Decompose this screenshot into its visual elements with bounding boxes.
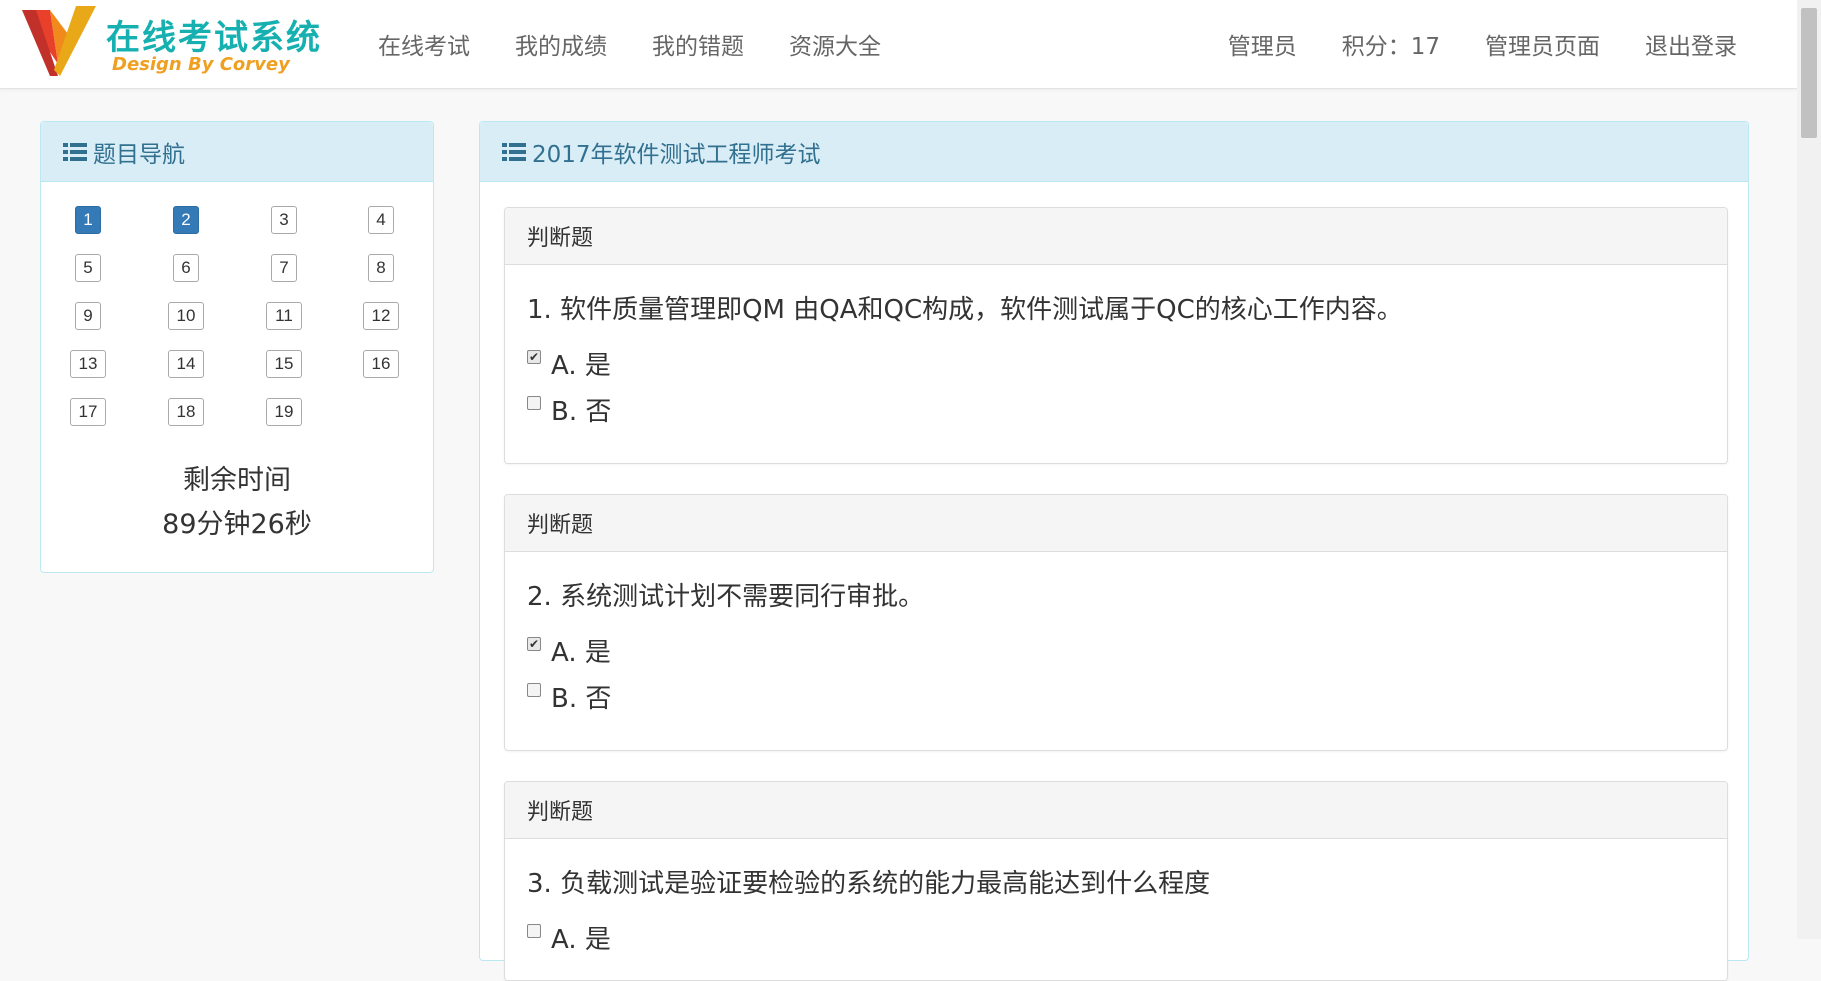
checkmark-icon: ✔ xyxy=(528,350,540,364)
question-nav-button[interactable]: 6 xyxy=(173,254,199,282)
question-nav-button[interactable]: 18 xyxy=(168,398,204,426)
question-type: 判断题 xyxy=(505,208,1727,265)
logo-v-icon xyxy=(22,6,96,76)
question-nav-button[interactable]: 4 xyxy=(368,206,394,234)
question-nav-button[interactable]: 3 xyxy=(271,206,297,234)
question-card: 判断题 2. 系统测试计划不需要同行审批。 ✔ A. 是 B. 否 xyxy=(504,494,1728,751)
question-nav-button[interactable]: 2 xyxy=(173,206,199,234)
question-nav-button[interactable]: 8 xyxy=(368,254,394,282)
question-nav-button[interactable]: 13 xyxy=(70,350,106,378)
option-checkbox[interactable]: ✔ xyxy=(527,637,541,651)
question-nav-button[interactable]: 5 xyxy=(75,254,101,282)
exam-panel: 2017年软件测试工程师考试 判断题 1. 软件质量管理即QM 由QA和QC构成… xyxy=(479,121,1749,981)
question-nav-panel: 题目导航 1 2 3 4 5 6 7 8 9 10 11 12 13 14 15 16 17 18 19 剩余时间 … xyxy=(40,121,434,573)
option-label: B. 否 xyxy=(551,683,612,714)
scrollbar-thumb[interactable] xyxy=(1801,8,1817,138)
list-icon xyxy=(63,142,87,161)
option-label: B. 否 xyxy=(551,396,612,427)
question-nav-button[interactable]: 17 xyxy=(70,398,106,426)
option-checkbox[interactable] xyxy=(527,396,541,410)
nav-left-menu: 在线考试 我的成绩 我的错题 资源大全 xyxy=(378,0,926,88)
option-row[interactable]: ✔ A. 是 xyxy=(527,340,1705,386)
list-icon xyxy=(502,142,526,161)
question-nav-button[interactable]: 10 xyxy=(168,302,204,330)
brand-subtitle: Design By Corvey xyxy=(112,54,290,75)
question-text: 1. 软件质量管理即QM 由QA和QC构成，软件测试属于QC的核心工作内容。 xyxy=(527,295,1403,325)
nav-admin-page[interactable]: 管理员页面 xyxy=(1485,27,1600,61)
question-nav-heading: 题目导航 xyxy=(41,122,433,182)
nav-user-name[interactable]: 管理员 xyxy=(1228,27,1297,61)
question-nav-button[interactable]: 9 xyxy=(75,302,101,330)
nav-points[interactable]: 积分：17 xyxy=(1342,27,1440,61)
nav-logout[interactable]: 退出登录 xyxy=(1645,27,1737,61)
question-text: 3. 负载测试是验证要检验的系统的能力最高能达到什么程度 xyxy=(527,869,1211,899)
option-checkbox[interactable] xyxy=(527,683,541,697)
nav-my-mistakes[interactable]: 我的错题 xyxy=(652,27,744,61)
question-nav-button[interactable]: 15 xyxy=(266,350,302,378)
option-label: A. 是 xyxy=(551,924,611,955)
option-row[interactable]: B. 否 xyxy=(527,673,1705,719)
question-nav-button[interactable]: 16 xyxy=(363,350,399,378)
timer-value: 89分钟26秒 xyxy=(162,509,312,540)
exam-heading: 2017年软件测试工程师考试 xyxy=(480,122,1748,182)
question-nav-button[interactable]: 11 xyxy=(266,302,302,330)
brand-title: 在线考试系统 xyxy=(106,18,322,58)
question-nav-button[interactable]: 19 xyxy=(266,398,302,426)
option-label: A. 是 xyxy=(551,350,611,381)
option-row[interactable]: B. 否 xyxy=(527,386,1705,432)
question-nav-title: 题目导航 xyxy=(93,141,185,168)
question-nav-button[interactable]: 1 xyxy=(75,206,101,234)
exam-title: 2017年软件测试工程师考试 xyxy=(532,141,821,168)
nav-my-scores[interactable]: 我的成绩 xyxy=(515,27,607,61)
question-type: 判断题 xyxy=(505,782,1727,839)
nav-right-menu: 管理员 积分：17 管理员页面 退出登录 xyxy=(1183,0,1737,88)
question-card: 判断题 1. 软件质量管理即QM 由QA和QC构成，软件测试属于QC的核心工作内… xyxy=(504,207,1728,464)
brand-logo[interactable]: 在线考试系统 Design By Corvey xyxy=(20,4,340,78)
question-card: 判断题 3. 负载测试是验证要检验的系统的能力最高能达到什么程度 A. 是 xyxy=(504,781,1728,981)
question-nav-button[interactable]: 12 xyxy=(363,302,399,330)
nav-resources[interactable]: 资源大全 xyxy=(789,27,881,61)
question-nav-button[interactable]: 7 xyxy=(271,254,297,282)
option-row[interactable]: ✔ A. 是 xyxy=(527,627,1705,673)
option-checkbox[interactable] xyxy=(527,924,541,938)
checkmark-icon: ✔ xyxy=(528,637,540,651)
nav-online-exam[interactable]: 在线考试 xyxy=(378,27,470,61)
option-checkbox[interactable]: ✔ xyxy=(527,350,541,364)
top-navbar: 在线考试系统 Design By Corvey 在线考试 我的成绩 我的错题 资… xyxy=(0,0,1797,89)
page-scrollbar[interactable] xyxy=(1797,0,1821,939)
question-text: 2. 系统测试计划不需要同行审批。 xyxy=(527,582,925,612)
question-nav-button[interactable]: 14 xyxy=(168,350,204,378)
option-row[interactable]: A. 是 xyxy=(527,914,1705,960)
question-type: 判断题 xyxy=(505,495,1727,552)
timer-label: 剩余时间 xyxy=(183,465,291,496)
option-label: A. 是 xyxy=(551,637,611,668)
